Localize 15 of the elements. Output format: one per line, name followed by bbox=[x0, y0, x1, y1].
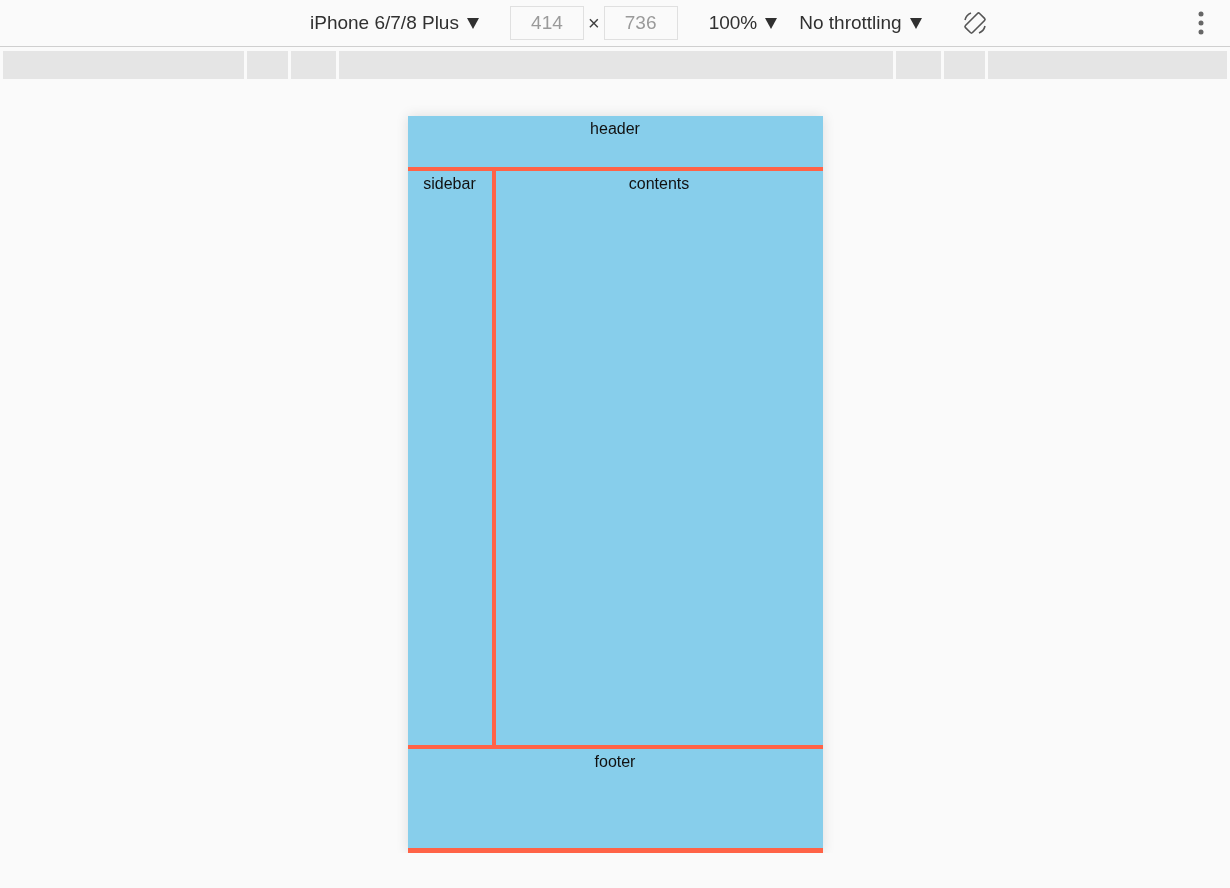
times-sign: × bbox=[587, 11, 600, 35]
rotate-button[interactable] bbox=[961, 10, 988, 36]
sidebar-area: sidebar bbox=[407, 170, 496, 745]
throttling-select[interactable]: No throttling bbox=[799, 12, 922, 34]
caret-icon bbox=[466, 17, 479, 29]
caret-icon bbox=[909, 17, 922, 29]
contents-area: contents bbox=[495, 170, 823, 745]
device-select[interactable]: iPhone 6/7/8 Plus bbox=[310, 12, 479, 34]
caret-icon bbox=[765, 17, 778, 29]
header-area: header bbox=[407, 116, 823, 171]
zoom-select[interactable]: 100% bbox=[708, 12, 778, 34]
rotate-icon bbox=[961, 10, 988, 36]
more-icon bbox=[1198, 11, 1204, 35]
footer-area: footer bbox=[407, 744, 823, 853]
more-button[interactable] bbox=[1198, 11, 1204, 35]
